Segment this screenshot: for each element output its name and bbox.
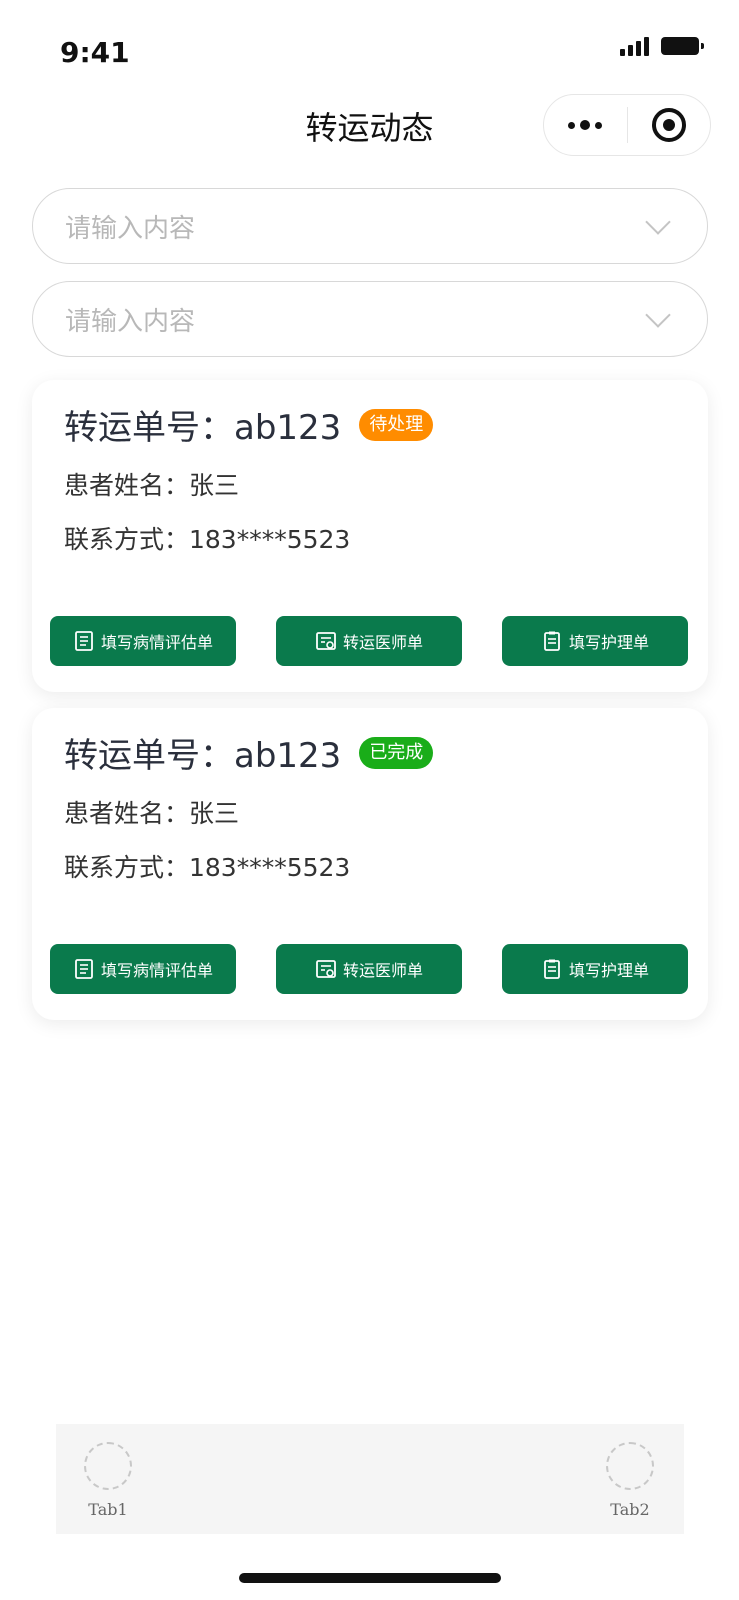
filter-select-placeholder: 请输入内容 [65, 306, 196, 337]
filter-select-placeholder: 请输入内容 [65, 213, 196, 244]
card-actions: 填写病情评估单 转运医师单 填写护理单 [50, 944, 688, 994]
button-label: 转运医师单 [342, 633, 423, 652]
transfer-card: 转运单号：ab123 已完成 患者姓名：张三 联系方式：183****5523 … [32, 708, 708, 1020]
tab-bar: Tab1 Tab2 [56, 1424, 684, 1534]
order-number: 转运单号：ab123 [64, 408, 342, 448]
chevron-down-icon [645, 302, 671, 328]
button-label: 填写病情评估单 [100, 961, 213, 980]
transfer-card: 转运单号：ab123 待处理 患者姓名：张三 联系方式：183****5523 … [32, 380, 708, 692]
tab1-icon [84, 1442, 132, 1490]
tab-label: Tab1 [88, 1500, 128, 1519]
fill-assessment-button[interactable]: 填写病情评估单 [50, 944, 236, 994]
mini-program-capsule [543, 94, 711, 156]
tab-2[interactable]: Tab2 [600, 1442, 660, 1519]
home-indicator [239, 1573, 501, 1583]
clipboard-icon [544, 959, 560, 979]
order-number: 转运单号：ab123 [64, 736, 342, 776]
filter-select-1[interactable]: 请输入内容 [32, 188, 708, 264]
status-badge: 待处理 [359, 408, 434, 441]
status-badge: 已完成 [359, 736, 434, 769]
patient-name: 患者姓名：张三 [64, 471, 240, 500]
status-time: 9:41 [60, 36, 130, 69]
tab2-icon [606, 1442, 654, 1490]
contact-info: 联系方式：183****5523 [64, 525, 351, 554]
status-icons [620, 36, 704, 56]
card-header: 转运单号：ab123 待处理 [64, 400, 434, 449]
document-icon [75, 959, 93, 979]
close-mini-program-icon[interactable] [628, 95, 711, 155]
contact-info: 联系方式：183****5523 [64, 853, 351, 882]
button-label: 转运医师单 [342, 961, 423, 980]
fill-assessment-button[interactable]: 填写病情评估单 [50, 616, 236, 666]
button-label: 填写病情评估单 [100, 633, 213, 652]
filter-select-2[interactable]: 请输入内容 [32, 281, 708, 357]
clipboard-icon [544, 631, 560, 651]
more-options-icon[interactable] [544, 95, 627, 155]
doctor-form-button[interactable]: 转运医师单 [276, 944, 462, 994]
form-edit-icon [316, 960, 336, 978]
chevron-down-icon [645, 209, 671, 235]
button-label: 填写护理单 [568, 961, 649, 980]
battery-icon [661, 37, 704, 55]
tab-label: Tab2 [610, 1500, 650, 1519]
card-header: 转运单号：ab123 已完成 [64, 728, 434, 777]
card-actions: 填写病情评估单 转运医师单 填写护理单 [50, 616, 688, 666]
button-label: 填写护理单 [568, 633, 649, 652]
document-icon [75, 631, 93, 651]
signal-icon [620, 36, 649, 56]
tab-1[interactable]: Tab1 [78, 1442, 138, 1519]
patient-name: 患者姓名：张三 [64, 799, 240, 828]
doctor-form-button[interactable]: 转运医师单 [276, 616, 462, 666]
fill-nursing-button[interactable]: 填写护理单 [502, 944, 688, 994]
form-edit-icon [316, 632, 336, 650]
fill-nursing-button[interactable]: 填写护理单 [502, 616, 688, 666]
